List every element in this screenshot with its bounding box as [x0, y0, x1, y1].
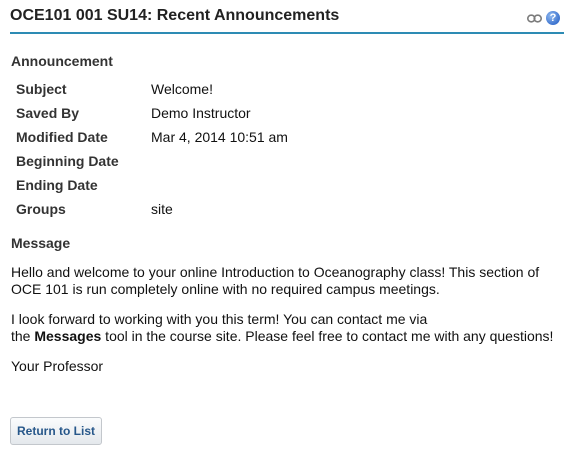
- message-text: the: [11, 328, 35, 344]
- field-value-groups: site: [151, 201, 173, 217]
- field-label-groups: Groups: [16, 201, 66, 217]
- field-value-modified-date: Mar 4, 2014 10:51 am: [151, 129, 288, 145]
- message-paragraph: I look forward to working with you this …: [11, 311, 556, 345]
- message-paragraph: Hello and welcome to your online Introdu…: [11, 264, 540, 297]
- field-label-ending-date: Ending Date: [16, 177, 98, 193]
- field-label-saved-by: Saved By: [16, 105, 80, 121]
- field-value-subject: Welcome!: [151, 81, 213, 97]
- title-icons: ?: [527, 11, 560, 25]
- message-body: Hello and welcome to your online Introdu…: [11, 264, 556, 388]
- announcement-page: OCE101 001 SU14: Recent Announcements ? …: [0, 0, 564, 467]
- message-text: tool in the course site. Please feel fre…: [101, 328, 554, 344]
- page-title: OCE101 001 SU14: Recent Announcements: [10, 7, 340, 24]
- field-label-subject: Subject: [16, 81, 67, 97]
- message-signature: Your Professor: [11, 358, 104, 374]
- field-label-modified-date: Modified Date: [16, 129, 108, 145]
- field-value-saved-by: Demo Instructor: [151, 105, 251, 121]
- announcement-heading: Announcement: [11, 53, 113, 69]
- message-heading: Message: [11, 235, 71, 251]
- return-to-list-button[interactable]: Return to List: [10, 417, 102, 445]
- message-text: I look forward to working with you this …: [11, 311, 428, 327]
- title-bar: OCE101 001 SU14: Recent Announcements ?: [10, 0, 564, 34]
- messages-tool-name: Messages: [34, 328, 102, 344]
- link-icon[interactable]: [527, 13, 542, 24]
- field-label-beginning-date: Beginning Date: [16, 153, 119, 169]
- help-icon[interactable]: ?: [546, 11, 560, 25]
